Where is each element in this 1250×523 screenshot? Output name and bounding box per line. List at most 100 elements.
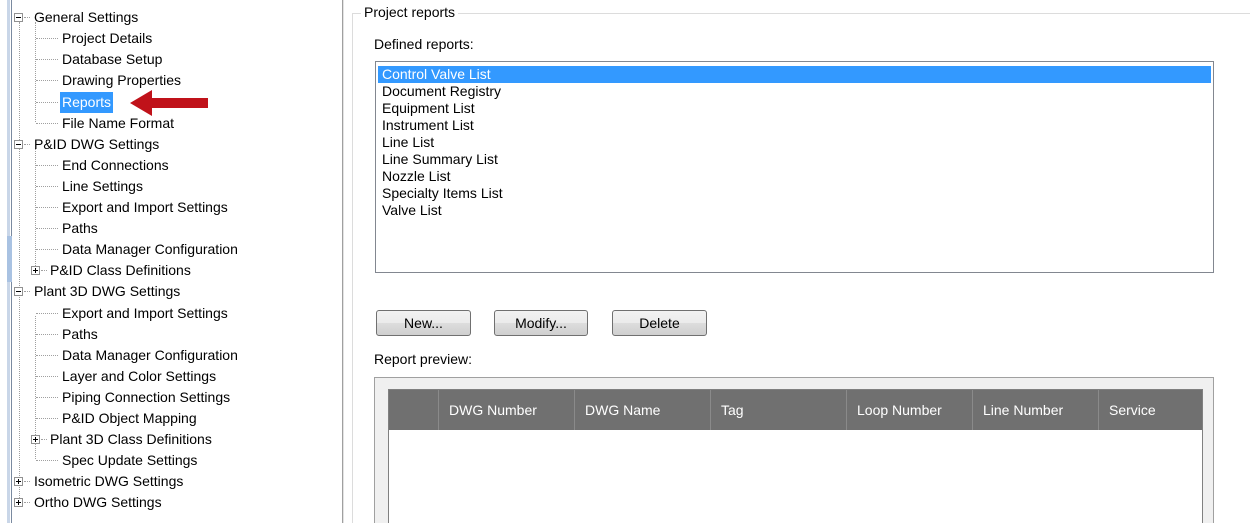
- grid-header: DWG Number DWG Name Tag Loop Number Line…: [389, 390, 1202, 430]
- column-header-tag[interactable]: Tag: [711, 390, 847, 430]
- column-header-loop-number[interactable]: Loop Number: [847, 390, 973, 430]
- tree-node-pid-paths[interactable]: Paths: [20, 218, 240, 239]
- report-item-nozzle-list[interactable]: Nozzle List: [378, 168, 1211, 185]
- column-header-service[interactable]: Service: [1099, 390, 1204, 430]
- tree-line: [36, 186, 58, 187]
- tree-node-label: File Name Format: [62, 115, 175, 131]
- report-item-control-valve-list[interactable]: Control Valve List: [378, 66, 1211, 83]
- tree-node-file-name-format[interactable]: File Name Format: [20, 113, 220, 134]
- tree-node-label: Export and Import Settings: [62, 305, 228, 321]
- tree-node-label: Plant 3D DWG Settings: [34, 283, 181, 299]
- tree-node-label: Drawing Properties: [62, 72, 182, 88]
- report-item-line-list[interactable]: Line List: [378, 134, 1211, 151]
- tree-line: [41, 439, 47, 440]
- new-report-button[interactable]: New...: [376, 310, 471, 336]
- report-item-specialty-items-list[interactable]: Specialty Items List: [378, 185, 1211, 202]
- tree-line: [41, 270, 47, 271]
- tree-node-label: Paths: [62, 326, 98, 342]
- tree-line: [36, 249, 58, 250]
- annotation-arrow-icon: [130, 90, 208, 116]
- tree-node-drawing-properties[interactable]: Drawing Properties: [20, 70, 220, 91]
- tree-node-label: Export and Import Settings: [62, 199, 228, 215]
- expand-icon[interactable]: [31, 266, 40, 275]
- expand-icon[interactable]: [31, 435, 40, 444]
- tree-line: [24, 144, 30, 145]
- tree-node-label: Plant 3D Class Definitions: [50, 431, 212, 447]
- tree-node-plant3d-export-import[interactable]: Export and Import Settings: [20, 303, 260, 324]
- tree-node-label: Ortho DWG Settings: [34, 494, 162, 510]
- tree-line: [24, 502, 30, 503]
- tree-node-piping-connection[interactable]: Piping Connection Settings: [20, 387, 270, 408]
- tree-node-database-setup[interactable]: Database Setup: [20, 49, 220, 70]
- column-header-dwg-number[interactable]: DWG Number: [439, 390, 575, 430]
- window-left-edge: [0, 0, 14, 523]
- tree-line: [36, 207, 58, 208]
- settings-tree: General Settings Project Details Databas…: [14, 0, 340, 523]
- tree-node-label: Piping Connection Settings: [62, 389, 231, 405]
- tree-node-label: Reports: [60, 92, 114, 113]
- tree-line: [24, 481, 30, 482]
- collapse-icon[interactable]: [14, 140, 23, 149]
- tree-node-plant3d-class-definitions[interactable]: Plant 3D Class Definitions: [20, 429, 270, 450]
- tree-line: [36, 418, 58, 419]
- collapse-icon[interactable]: [14, 13, 23, 22]
- report-preview-label: Report preview:: [374, 351, 473, 367]
- group-border: [352, 13, 353, 523]
- tree-node-label: General Settings: [34, 9, 139, 25]
- tree-line: [24, 17, 30, 18]
- tree-node-line-settings[interactable]: Line Settings: [20, 176, 240, 197]
- report-item-document-registry[interactable]: Document Registry: [378, 83, 1211, 100]
- tree-node-label: Database Setup: [62, 51, 163, 67]
- tree-node-end-connections[interactable]: End Connections: [20, 155, 240, 176]
- tree-node-isometric-dwg-settings[interactable]: Isometric DWG Settings: [14, 471, 260, 492]
- defined-reports-label: Defined reports:: [374, 36, 474, 52]
- tree-node-pid-class-definitions[interactable]: P&ID Class Definitions: [20, 260, 270, 281]
- tree-node-label: Line Settings: [62, 178, 143, 194]
- tree-node-plant3d-dwg-settings[interactable]: Plant 3D DWG Settings: [14, 281, 240, 302]
- tree-node-ortho-dwg-settings[interactable]: Ortho DWG Settings: [14, 492, 260, 513]
- tree-line: [36, 334, 58, 335]
- report-item-instrument-list[interactable]: Instrument List: [378, 117, 1211, 134]
- tree-node-label: Paths: [62, 220, 98, 236]
- tree-line: [36, 102, 58, 103]
- tree-node-plant3d-data-manager[interactable]: Data Manager Configuration: [20, 345, 270, 366]
- tree-node-label: P&ID DWG Settings: [34, 136, 160, 152]
- pane-divider[interactable]: [342, 0, 344, 523]
- tree-line: [36, 59, 58, 60]
- tree-node-pid-dwg-settings[interactable]: P&ID DWG Settings: [14, 134, 220, 155]
- report-item-valve-list[interactable]: Valve List: [378, 202, 1211, 219]
- column-header-dwg-name[interactable]: DWG Name: [575, 390, 711, 430]
- column-header-line-number[interactable]: Line Number: [973, 390, 1099, 430]
- tree-node-pid-data-manager[interactable]: Data Manager Configuration: [20, 239, 270, 260]
- collapse-icon[interactable]: [14, 287, 23, 296]
- tree-line: [36, 80, 58, 81]
- tree-node-spec-update[interactable]: Spec Update Settings: [20, 450, 260, 471]
- tree-line: [36, 313, 58, 314]
- grid-row-header-cell: [389, 390, 439, 430]
- splitter-handle[interactable]: [7, 236, 12, 282]
- group-border: [352, 13, 1250, 14]
- tree-node-layer-color[interactable]: Layer and Color Settings: [20, 366, 260, 387]
- tree-node-general-settings[interactable]: General Settings: [14, 7, 220, 28]
- tree-line: [36, 165, 58, 166]
- tree-node-label: P&ID Class Definitions: [50, 262, 191, 278]
- expand-icon[interactable]: [14, 498, 23, 507]
- report-preview-grid[interactable]: DWG Number DWG Name Tag Loop Number Line…: [388, 389, 1203, 523]
- report-item-line-summary-list[interactable]: Line Summary List: [378, 151, 1211, 168]
- tree-node-project-details[interactable]: Project Details: [20, 28, 220, 49]
- tree-node-pid-export-import[interactable]: Export and Import Settings: [20, 197, 260, 218]
- expand-icon[interactable]: [14, 477, 23, 486]
- delete-report-button[interactable]: Delete: [612, 310, 707, 336]
- tree-node-label: Data Manager Configuration: [62, 347, 238, 363]
- tree-line: [36, 376, 58, 377]
- tree-node-label: P&ID Object Mapping: [62, 410, 197, 426]
- tree-line: [36, 355, 58, 356]
- tree-node-pid-object-mapping[interactable]: P&ID Object Mapping: [20, 408, 260, 429]
- tree-line: [24, 291, 30, 292]
- tree-line: [36, 123, 58, 124]
- report-item-equipment-list[interactable]: Equipment List: [378, 100, 1211, 117]
- defined-reports-list[interactable]: Control Valve List Document Registry Equ…: [375, 61, 1214, 273]
- tree-node-plant3d-paths[interactable]: Paths: [20, 324, 240, 345]
- modify-report-button[interactable]: Modify...: [494, 310, 588, 336]
- tree-node-label: Layer and Color Settings: [62, 368, 217, 384]
